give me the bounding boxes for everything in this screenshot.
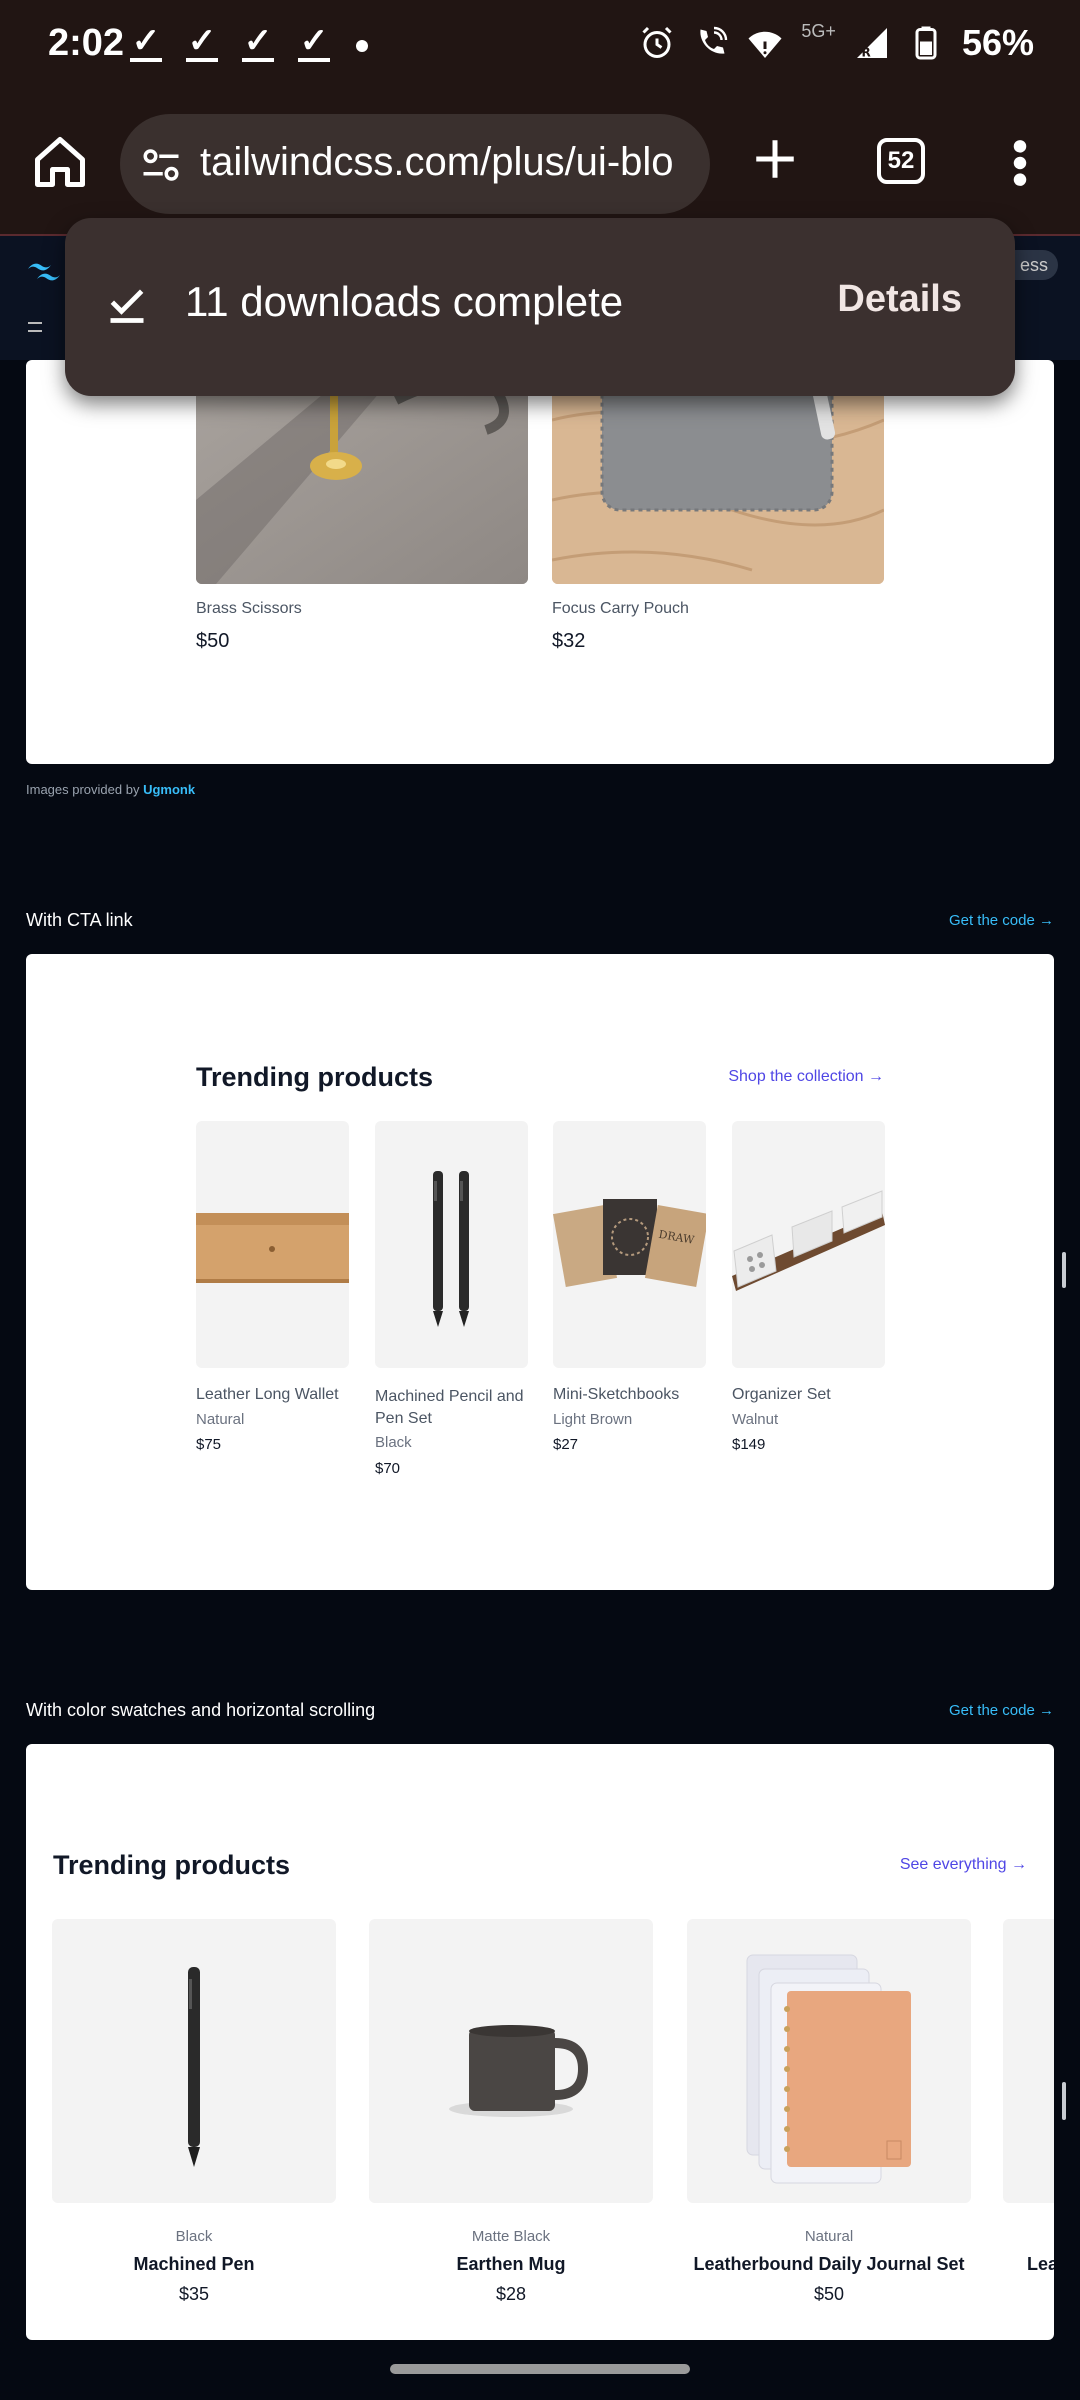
network-type-badge: 5G+ — [801, 20, 836, 41]
product-image-partial[interactable] — [1003, 1919, 1054, 2203]
earthen-mug-image[interactable] — [369, 1919, 653, 2203]
leatherbound-journal-set-image[interactable] — [687, 1919, 971, 2203]
product-name[interactable]: Lea — [1027, 2254, 1054, 2275]
see-everything-link[interactable]: See everything → — [900, 1856, 1027, 1874]
get-the-code-link[interactable]: Get the code → — [949, 1702, 1054, 1719]
product-name[interactable]: Focus Carry Pouch — [552, 600, 689, 618]
downloads-snackbar: 11 downloads complete Details — [65, 218, 1015, 396]
status-right-icons: 5G+ R 56% — [639, 20, 1034, 64]
section-title: Trending products — [53, 1850, 291, 1880]
product-name[interactable]: Machined Pen — [52, 2254, 336, 2275]
more-menu-icon[interactable] — [1010, 138, 1030, 188]
product-list-panel-swatches: Trending products See everything → Black… — [26, 1744, 1054, 2340]
product-name[interactable]: Mini-Sketchbooks — [553, 1386, 706, 1404]
tailwind-logo-icon[interactable] — [24, 256, 64, 286]
product-price: $35 — [178, 2284, 210, 2304]
product-color: Natural — [196, 1411, 245, 1428]
svg-text:R: R — [861, 46, 870, 60]
product-name[interactable]: Earthen Mug — [369, 2254, 653, 2275]
snackbar-details-button[interactable]: Details — [837, 278, 962, 321]
image-credit: Images provided by Ugmonk — [26, 782, 195, 797]
notification-icons: ✓ ✓ ✓ ✓ — [130, 24, 330, 62]
mini-sketchbooks-image[interactable]: DRAW — [553, 1121, 706, 1368]
wifi-icon — [748, 31, 782, 58]
product-price: $50 — [813, 2284, 845, 2304]
leather-long-wallet-image[interactable] — [196, 1121, 349, 1368]
url-text[interactable]: tailwindcss.com/plus/ui-blo — [200, 140, 674, 185]
section-label-cta: With CTA link — [26, 910, 133, 930]
product-list-panel-1: Brass Scissors $50 Focus Carry Pouch $32 — [26, 360, 1054, 764]
product-color: Black — [375, 1434, 412, 1451]
machined-pen-image[interactable] — [52, 1919, 336, 2203]
product-price: $32 — [552, 630, 586, 652]
get-the-code-link[interactable]: Get the code → — [949, 912, 1054, 929]
section-title: Trending products — [196, 1062, 434, 1092]
status-bar: 2:02 ✓ ✓ ✓ ✓ 5G+ R 56% — [0, 0, 1080, 94]
product-color: Matte Black — [471, 2228, 551, 2245]
gesture-navigation-bar[interactable] — [390, 2364, 690, 2374]
product-price: $50 — [196, 630, 230, 652]
section-label-swatches: With color swatches and horizontal scrol… — [26, 1700, 376, 1720]
check-notification-icon: ✓ — [186, 22, 218, 62]
machined-pencil-pen-set-image[interactable] — [375, 1121, 528, 1368]
product-name[interactable]: Leatherbound Daily Journal Set — [687, 2254, 971, 2275]
product-price: $27 — [553, 1436, 579, 1453]
check-notification-icon: ✓ — [242, 22, 274, 62]
snackbar-message: 11 downloads complete — [185, 278, 624, 325]
page-scrollbar-thumb[interactable] — [1062, 2082, 1066, 2120]
product-color: Natural — [804, 2228, 854, 2245]
signal-icon: R — [856, 28, 887, 60]
product-price: $70 — [375, 1460, 401, 1477]
wifi-calling-icon — [700, 26, 728, 54]
battery-percent: 56% — [961, 22, 1034, 63]
product-list-panel-cta: Trending products Shop the collection → … — [26, 954, 1054, 1590]
product-price: $149 — [732, 1436, 766, 1453]
browser-toolbar: tailwindcss.com/plus/ui-blo 52 — [0, 94, 1080, 234]
product-name[interactable]: Brass Scissors — [196, 600, 302, 618]
product-name[interactable]: Machined Pencil and Pen Set — [375, 1386, 528, 1430]
site-settings-icon[interactable] — [140, 144, 182, 186]
product-color: Light Brown — [553, 1411, 633, 1428]
more-notifications-dot-icon — [356, 40, 368, 52]
product-color: Black — [175, 2228, 213, 2245]
credit-text: Images provided by — [26, 782, 140, 797]
product-name[interactable]: Organizer Set — [732, 1386, 885, 1404]
product-price: $75 — [196, 1436, 222, 1453]
ugmonk-link[interactable]: Ugmonk — [143, 782, 195, 797]
shop-collection-link[interactable]: Shop the collection → — [728, 1068, 884, 1086]
battery-icon — [915, 26, 937, 60]
address-bar[interactable]: tailwindcss.com/plus/ui-blo — [120, 114, 710, 214]
check-notification-icon: ✓ — [298, 22, 330, 62]
hamburger-menu-icon[interactable] — [28, 322, 42, 332]
product-price: $28 — [495, 2284, 527, 2304]
page-scrollbar-thumb[interactable] — [1062, 1252, 1066, 1288]
home-icon[interactable] — [30, 132, 90, 192]
download-complete-icon — [110, 289, 144, 323]
product-color: Walnut — [732, 1411, 779, 1428]
alarm-icon — [642, 26, 672, 58]
organizer-set-image[interactable] — [732, 1121, 885, 1368]
check-notification-icon: ✓ — [130, 22, 162, 62]
new-tab-icon[interactable] — [750, 134, 800, 184]
product-name[interactable]: Leather Long Wallet — [196, 1386, 349, 1404]
status-time: 2:02 — [48, 22, 125, 64]
tab-switcher-button[interactable]: 52 — [877, 138, 925, 184]
